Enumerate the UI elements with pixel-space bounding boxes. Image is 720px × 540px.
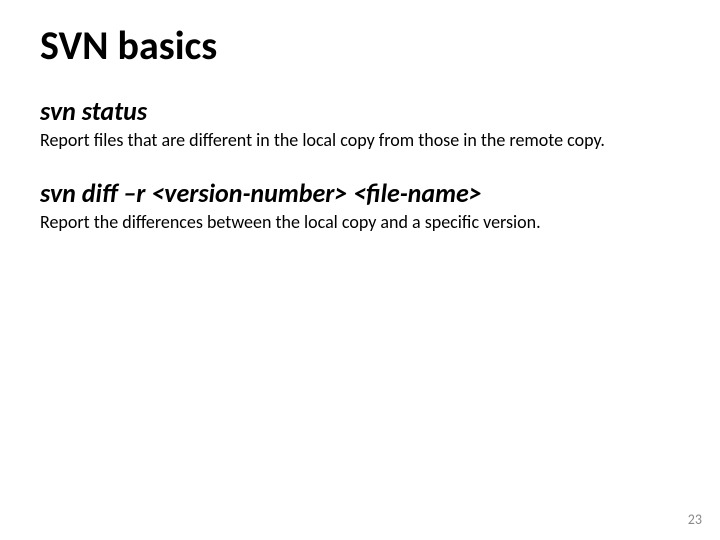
command-heading: svn diff –r <version-number> <file-name> xyxy=(40,178,680,209)
slide: SVN basics svn status Report files that … xyxy=(0,0,720,540)
slide-title: SVN basics xyxy=(40,24,680,68)
command-description: Report the differences between the local… xyxy=(40,211,680,234)
page-number: 23 xyxy=(688,511,702,528)
command-description: Report files that are different in the l… xyxy=(40,129,680,152)
command-heading: svn status xyxy=(40,96,680,127)
